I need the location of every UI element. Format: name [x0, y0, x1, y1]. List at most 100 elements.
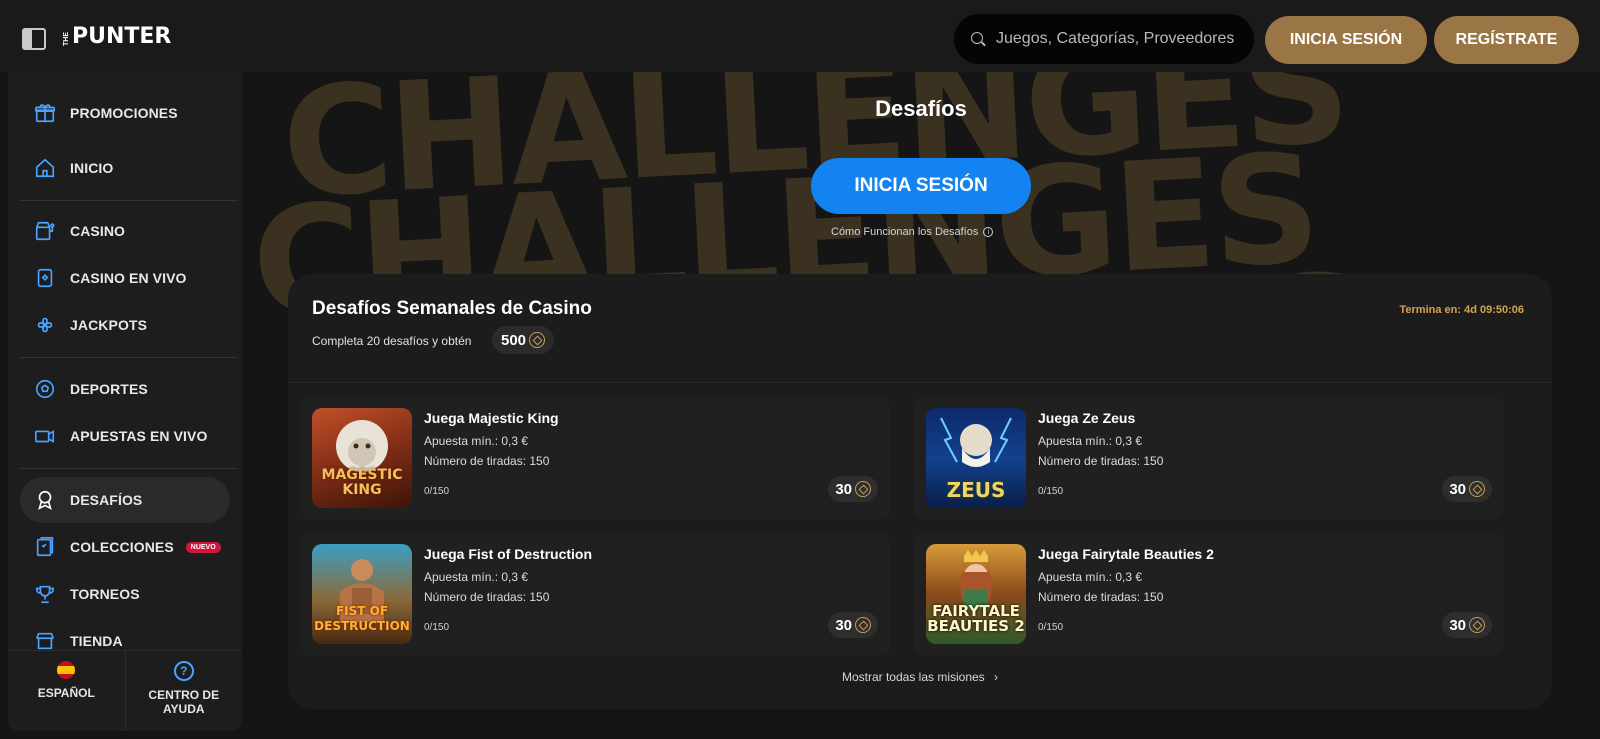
challenge-progress: 0/150 [424, 622, 450, 633]
challenge-spins: Número de tiradas: 150 [424, 454, 550, 468]
show-all-missions-link[interactable]: Mostrar todas las misiones › [288, 670, 1552, 684]
total-reward-value: 500 [501, 331, 527, 349]
sidebar-item-jackpots[interactable]: JACKPOTS [20, 302, 230, 348]
panel-subtitle: Completa 20 desafíos y obtén [312, 334, 472, 348]
challenge-min-bet: Apuesta mín.: 0,3 € [424, 570, 529, 584]
help-label: CENTRO DE AYUDA [148, 688, 220, 716]
challenge-spins: Número de tiradas: 150 [1038, 590, 1164, 604]
countdown-timer: Termina en: 4d 09:50:06 [1399, 304, 1524, 316]
coin-icon [855, 617, 871, 633]
thumbnail-title: ZEUS [946, 478, 1006, 502]
challenge-progress: 0/150 [1038, 486, 1064, 497]
collection-icon [34, 536, 56, 558]
page-title: Desafíos [875, 96, 967, 121]
help-center-link[interactable]: ? CENTRO DE AYUDA [124, 651, 243, 731]
sidebar-divider [20, 200, 238, 201]
thumbnail-title: FAIRYTALE BEAUTIES 2 [927, 602, 1025, 635]
sidebar-item-deportes[interactable]: DEPORTES [20, 366, 230, 412]
sidebar-item-desafios[interactable]: DESAFÍOS [20, 477, 230, 523]
help-icon: ? [173, 661, 194, 681]
search-bar[interactable] [954, 14, 1254, 64]
challenge-spins: Número de tiradas: 150 [424, 590, 550, 604]
challenge-reward: 30 [828, 476, 878, 502]
challenge-card[interactable]: FAIRYTALE BEAUTIES 2 Juega Fairytale Bea… [914, 532, 1504, 656]
sidebar-footer: ESPAÑOL ? CENTRO DE AYUDA [8, 650, 242, 731]
sidebar-divider [20, 468, 238, 469]
card-icon [34, 267, 56, 289]
sidebar-item-label: DESAFÍOS [70, 492, 143, 508]
sidebar-item-torneos[interactable]: TORNEOS [20, 571, 230, 617]
challenge-title: Juega Fist of Destruction [424, 546, 593, 562]
challenge-reward: 30 [1442, 476, 1492, 502]
sidebar-item-apuestas-en-vivo[interactable]: APUESTAS EN VIVO [20, 413, 230, 459]
home-icon [34, 157, 56, 179]
total-reward-badge: 500 [492, 326, 555, 354]
sidebar-item-inicio[interactable]: INICIO [20, 145, 230, 191]
challenge-reward-value: 30 [835, 480, 852, 498]
hero-login-button[interactable]: INICIA SESIÓN [811, 158, 1031, 214]
challenge-progress: 0/150 [424, 486, 450, 497]
language-selector[interactable]: ESPAÑOL [8, 651, 125, 731]
challenge-card[interactable]: MAGESTIC KING Juega Majestic King Apuest… [300, 396, 890, 520]
search-input[interactable] [996, 30, 1246, 48]
coin-icon [855, 481, 871, 497]
how-it-works-link[interactable]: Cómo Funcionan los Desafíos i [831, 226, 994, 238]
new-badge: NUEVO [185, 541, 221, 553]
clover-icon [34, 314, 56, 336]
game-thumbnail: ZEUS [926, 408, 1026, 508]
thumbnail-title: MAGESTIC KING [321, 467, 403, 498]
logo-text: PUNTER [72, 24, 172, 49]
logo[interactable]: THE PUNTER [63, 26, 171, 48]
login-button[interactable]: INICIA SESIÓN [1265, 16, 1427, 64]
challenge-reward-value: 30 [1449, 616, 1466, 634]
challenge-card[interactable]: FIST OF DESTRUCTION Juega Fist of Destru… [300, 532, 890, 656]
challenge-min-bet: Apuesta mín.: 0,3 € [1038, 434, 1143, 448]
challenge-progress: 0/150 [1038, 622, 1064, 633]
medal-icon [34, 489, 56, 511]
info-icon: i [983, 227, 994, 237]
sidebar-item-casino[interactable]: CASINO [20, 208, 230, 254]
sidebar-item-label: CASINO EN VIVO [70, 270, 187, 286]
language-label: ESPAÑOL [37, 686, 95, 700]
search-icon [970, 31, 986, 47]
challenge-reward: 30 [1442, 612, 1492, 638]
challenge-title: Juega Ze Zeus [1038, 410, 1136, 426]
sidebar-item-label: JACKPOTS [70, 317, 148, 333]
sidebar-item-label: DEPORTES [70, 381, 148, 397]
register-button[interactable]: REGÍSTRATE [1434, 16, 1579, 64]
challenge-reward: 30 [828, 612, 878, 638]
sidebar-item-label: APUESTAS EN VIVO [70, 428, 208, 444]
logo-small-text: THE [63, 32, 70, 46]
challenge-title: Juega Majestic King [424, 410, 559, 426]
top-bar: THE PUNTER INICIA SESIÓN REGÍSTRATE [0, 0, 1600, 72]
weekly-challenges-panel: Desafíos Semanales de Casino Completa 20… [288, 274, 1552, 709]
challenge-card[interactable]: ZEUS Juega Ze Zeus Apuesta mín.: 0,3 € N… [914, 396, 1504, 520]
how-it-works-label: Cómo Funcionan los Desafíos [831, 226, 979, 238]
sidebar-item-label: CASINO [70, 223, 126, 239]
chevron-right-icon: › [994, 670, 999, 684]
coin-icon [1469, 617, 1485, 633]
game-thumbnail: MAGESTIC KING [312, 408, 412, 508]
sidebar-divider [20, 357, 238, 358]
sidebar-item-colecciones[interactable]: COLECCIONES NUEVO [20, 524, 230, 570]
trophy-icon [34, 583, 56, 605]
video-icon [34, 425, 56, 447]
panel-title: Desafíos Semanales de Casino [312, 298, 592, 319]
sidebar-item-label: TIENDA [70, 633, 123, 649]
coin-icon [529, 332, 546, 348]
shop-icon [34, 630, 56, 652]
challenge-title: Juega Fairytale Beauties 2 [1038, 546, 1214, 562]
sidebar-item-casino-en-vivo[interactable]: CASINO EN VIVO [20, 255, 230, 301]
thumbnail-title: FIST OF DESTRUCTION [314, 604, 410, 633]
challenge-reward-value: 30 [1449, 480, 1466, 498]
game-thumbnail: FAIRYTALE BEAUTIES 2 [926, 544, 1026, 644]
sidebar-item-label: TORNEOS [70, 586, 140, 602]
soccer-ball-icon [34, 378, 56, 400]
slot-icon [34, 220, 56, 242]
challenge-reward-value: 30 [835, 616, 852, 634]
sidebar-toggle-icon[interactable] [22, 28, 46, 50]
coin-icon [1469, 481, 1485, 497]
challenge-min-bet: Apuesta mín.: 0,3 € [1038, 570, 1143, 584]
sidebar: PROMOCIONES INICIO CASINO CASINO EN VIVO… [8, 72, 242, 731]
show-all-label: Mostrar todas las misiones [841, 670, 985, 684]
